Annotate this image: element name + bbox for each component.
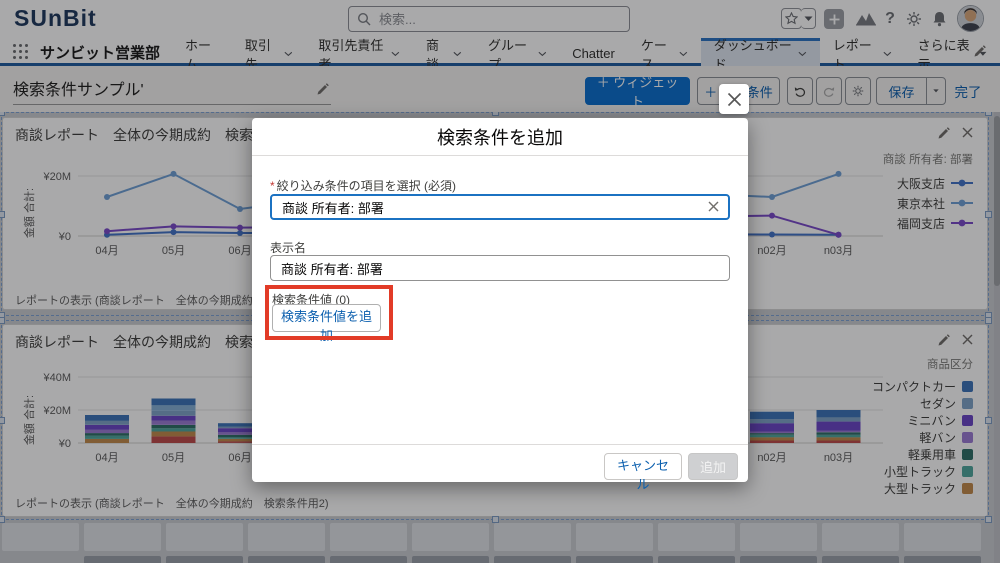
modal-title: 検索条件を追加	[252, 118, 748, 156]
modal-close-button[interactable]	[719, 84, 749, 114]
add-filter-modal: 検索条件を追加 *絞り込み条件の項目を選択 (必須) 商談 所有者: 部署 表示…	[252, 118, 748, 482]
add-filter-value-button[interactable]: 検索条件値を追加	[272, 304, 381, 332]
cancel-button[interactable]: キャンセル	[604, 453, 682, 480]
close-icon	[727, 92, 742, 107]
modal-footer: キャンセル 追加	[252, 444, 748, 482]
required-mark: *	[270, 179, 275, 193]
add-button[interactable]: 追加	[688, 453, 738, 480]
clear-icon[interactable]	[708, 201, 719, 212]
display-name-input[interactable]: 商談 所有者: 部署	[270, 255, 730, 281]
field-select-input[interactable]: 商談 所有者: 部署	[270, 194, 730, 220]
field-select-label: *絞り込み条件の項目を選択 (必須)	[270, 177, 456, 194]
screen: SUnBit ? サンビット営業部 ホーム取引先取引先責任者商談グループChat…	[0, 0, 1000, 563]
display-name-label: 表示名	[270, 239, 306, 256]
